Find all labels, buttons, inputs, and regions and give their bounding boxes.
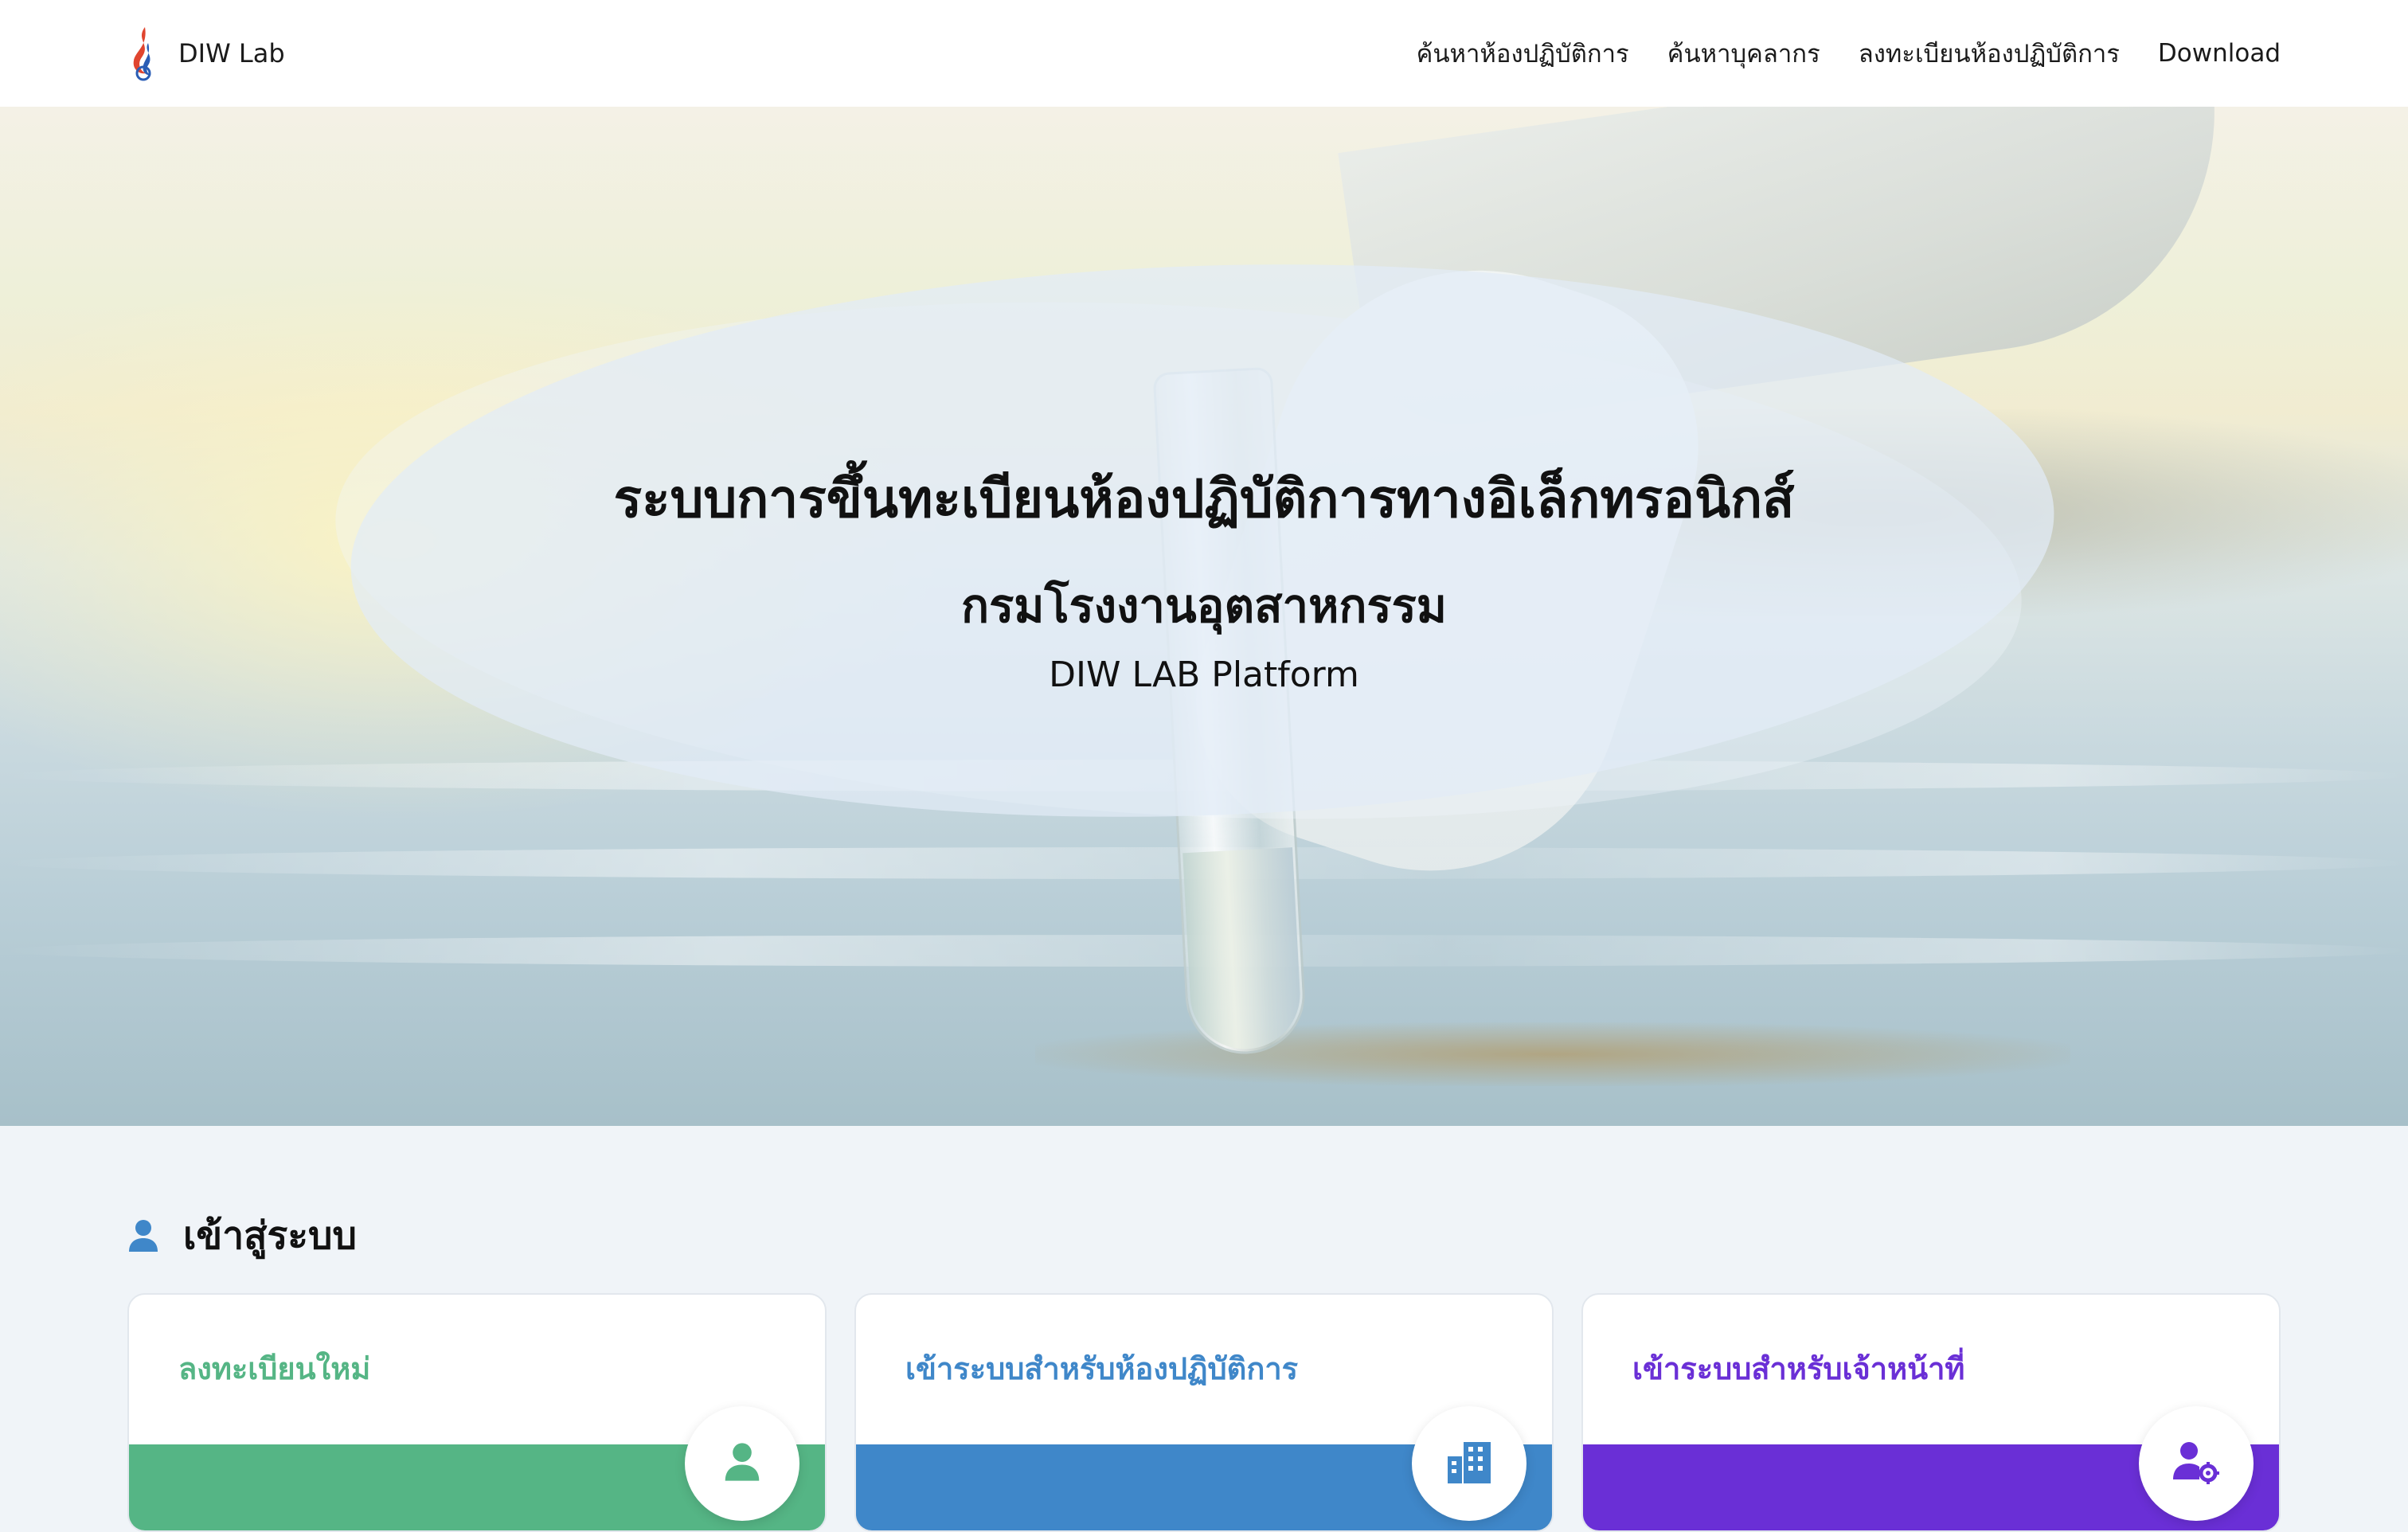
building-icon (1446, 1439, 1492, 1488)
hero-banner: ระบบการขึ้นทะเบียนห้องปฏิบัติการทางอิเล็… (0, 107, 2408, 1126)
user-gear-icon (2173, 1440, 2219, 1487)
hero-subtitle: กรมโรงงานอุตสาหกรรม (960, 579, 1448, 633)
card-title: เข้าระบบสำหรับห้องปฏิบัติการ (905, 1351, 1299, 1386)
brand[interactable]: DIW Lab (127, 25, 285, 81)
card-title: ลงทะเบียนใหม่ (178, 1351, 371, 1386)
user-icon (723, 1441, 761, 1486)
nav-register-lab[interactable]: ลงทะเบียนห้องปฏิบัติการ (1859, 33, 2120, 73)
nav-search-personnel[interactable]: ค้นหาบุคลากร (1667, 33, 1820, 73)
lab-login-card[interactable]: เข้าระบบสำหรับห้องปฏิบัติการ (854, 1293, 1554, 1532)
register-new-card[interactable]: ลงทะเบียนใหม่ (127, 1293, 827, 1532)
card-icon-badge (685, 1406, 799, 1521)
hero-title: ระบบการขึ้นทะเบียนห้องปฏิบัติการทางอิเล็… (613, 468, 1795, 530)
main-nav: ค้นหาห้องปฏิบัติการ ค้นหาบุคลากร ลงทะเบี… (1378, 33, 2281, 73)
card-title: เข้าระบบสำหรับเจ้าหน้าที่ (1632, 1351, 1965, 1386)
diw-logo-icon (127, 25, 159, 81)
card-icon-badge (2139, 1406, 2254, 1521)
hero-text-block: ระบบการขึ้นทะเบียนห้องปฏิบัติการทางอิเล็… (0, 107, 2408, 1126)
card-icon-badge (1412, 1406, 1526, 1521)
nav-search-labs[interactable]: ค้นหาห้องปฏิบัติการ (1417, 33, 1629, 73)
login-section: เข้าสู่ระบบ ลงทะเบียนใหม่ เข้าระบบสำหรับ… (0, 1126, 2408, 1532)
user-icon (127, 1218, 159, 1253)
hero-platform-name: DIW LAB Platform (1049, 655, 1359, 695)
staff-login-card[interactable]: เข้าระบบสำหรับเจ้าหน้าที่ (1581, 1293, 2281, 1532)
nav-download[interactable]: Download (2158, 39, 2281, 68)
top-navbar: DIW Lab ค้นหาห้องปฏิบัติการ ค้นหาบุคลากร… (0, 0, 2408, 107)
login-heading-text: เข้าสู่ระบบ (183, 1213, 357, 1258)
brand-name: DIW Lab (178, 38, 285, 68)
login-heading: เข้าสู่ระบบ (127, 1206, 357, 1266)
